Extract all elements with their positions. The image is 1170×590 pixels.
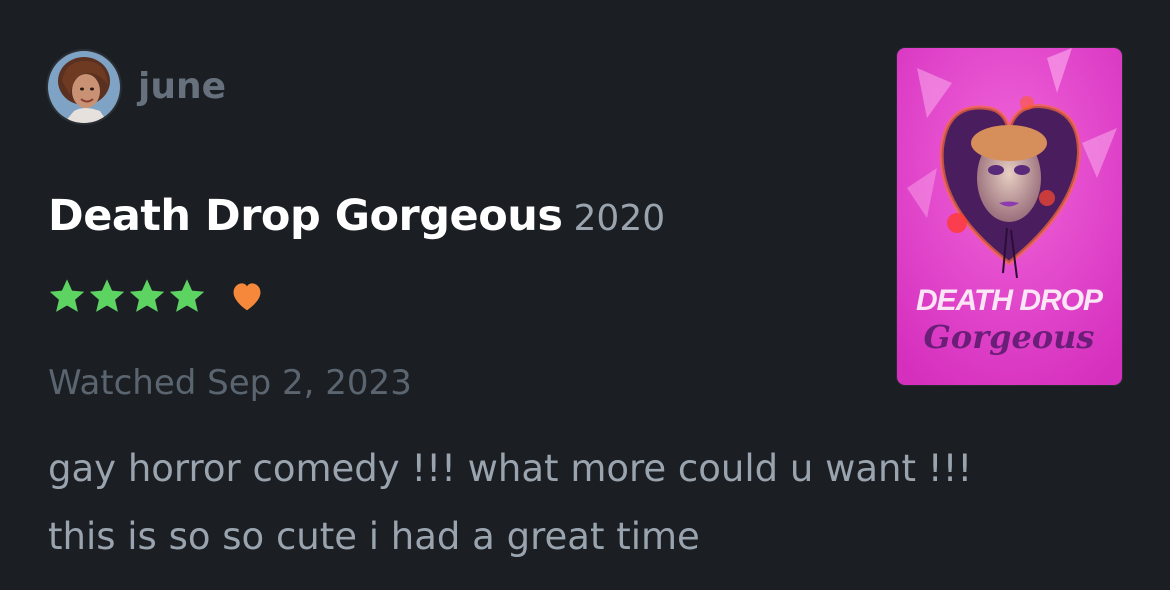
star-icon [169,279,205,312]
review-line: gay horror comedy !!! what more could u … [48,447,973,490]
star-icon [89,279,125,312]
watched-date: Watched Sep 2, 2023 [48,363,412,403]
film-title-row: Death Drop Gorgeous 2020 [48,186,665,255]
poster-title-bottom: Gorgeous [924,318,1095,356]
review-line: this is so so cute i had a great time [48,515,700,558]
heart-icon [233,283,261,311]
film-poster-art: DEATH DROP Gorgeous [897,48,1122,385]
poster-title-top: DEATH DROP [916,284,1104,317]
star-icon [129,279,165,312]
rating [48,271,266,321]
username[interactable]: june [138,62,226,112]
user-avatar-image [48,51,120,123]
film-poster[interactable]: DEATH DROP Gorgeous [897,48,1122,385]
review-text: gay horror comedy !!! what more could u … [48,435,1128,571]
film-title[interactable]: Death Drop Gorgeous [48,191,563,241]
star-icon [49,279,85,312]
user-avatar[interactable] [48,51,120,123]
film-year[interactable]: 2020 [574,198,666,239]
